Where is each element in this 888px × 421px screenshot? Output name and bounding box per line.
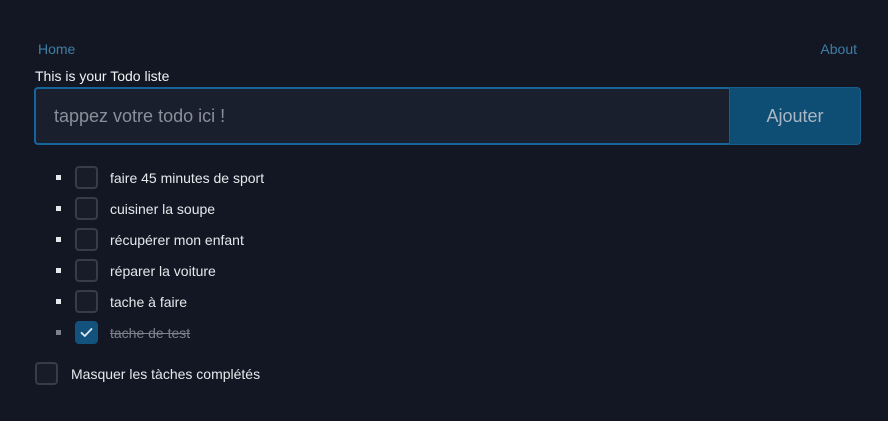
todo-item-completed: tache de test [56, 317, 264, 348]
hide-completed-label: Masquer les tàches complétés [71, 365, 261, 382]
todo-label: tache à faire [110, 293, 188, 310]
nav-home-link[interactable]: Home [38, 41, 75, 57]
bullet-icon [56, 206, 61, 211]
page: Home About This is your Todo liste Ajout… [0, 0, 888, 421]
checkmark-icon [80, 328, 93, 337]
todo-checkbox[interactable] [75, 259, 98, 282]
todo-checkbox[interactable] [75, 290, 98, 313]
todo-item: faire 45 minutes de sport [56, 162, 264, 193]
todo-form: Ajouter [34, 87, 861, 145]
bullet-icon [56, 268, 61, 273]
bullet-icon [56, 299, 61, 304]
hide-completed-checkbox[interactable] [35, 362, 58, 385]
todo-checkbox[interactable] [75, 166, 98, 189]
todo-label: récupérer mon enfant [110, 231, 244, 248]
todo-label: réparer la voiture [110, 262, 216, 279]
nav-about-link[interactable]: About [820, 41, 857, 57]
add-todo-button[interactable]: Ajouter [729, 87, 861, 145]
todo-item: récupérer mon enfant [56, 224, 264, 255]
todo-item: réparer la voiture [56, 255, 264, 286]
todo-checkbox[interactable] [75, 197, 98, 220]
todo-list: faire 45 minutes de sport cuisiner la so… [56, 162, 264, 348]
todo-label: faire 45 minutes de sport [110, 169, 265, 186]
hide-completed-toggle[interactable]: Masquer les tàches complétés [35, 362, 260, 385]
bullet-icon [56, 237, 61, 242]
todo-item: cuisiner la soupe [56, 193, 264, 224]
todo-item: tache à faire [56, 286, 264, 317]
bullet-icon [56, 330, 61, 335]
todo-checkbox[interactable] [75, 228, 98, 251]
todo-input[interactable] [34, 87, 729, 145]
todo-checkbox-checked[interactable] [75, 321, 98, 344]
bullet-icon [56, 175, 61, 180]
todo-label: tache de test [110, 324, 191, 341]
todo-label: cuisiner la soupe [110, 200, 216, 217]
page-title: This is your Todo liste [35, 68, 170, 84]
